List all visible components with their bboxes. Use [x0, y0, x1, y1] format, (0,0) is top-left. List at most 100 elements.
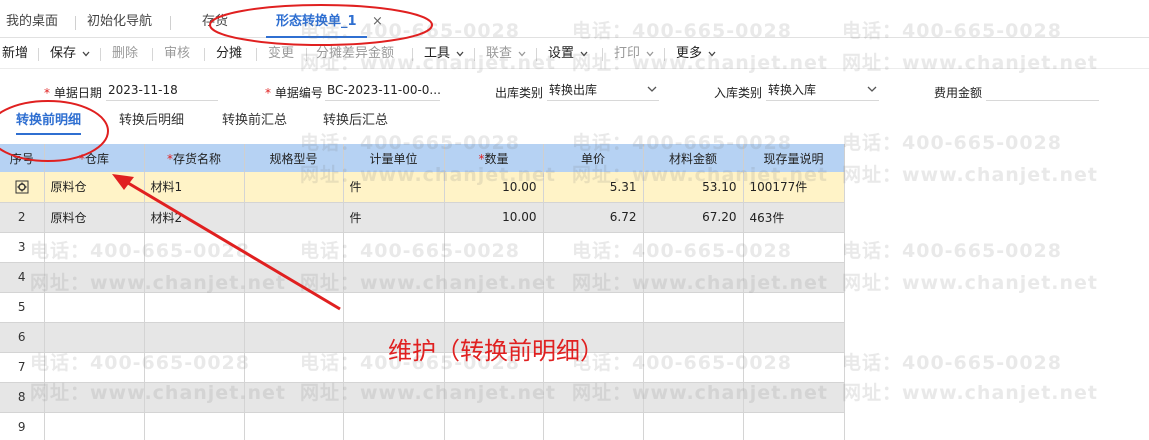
- gear-icon[interactable]: [15, 180, 29, 194]
- print-menu[interactable]: 打印: [614, 39, 654, 69]
- table-row[interactable]: 2 原料仓 材料2 件 10.00 6.72 67.20 463件: [0, 202, 845, 233]
- cell-amount[interactable]: [643, 262, 744, 293]
- col-header-qty[interactable]: *数量: [444, 144, 544, 172]
- cell-spec[interactable]: [244, 322, 344, 353]
- col-header-unit[interactable]: 计量单位: [343, 144, 445, 172]
- cell-amount[interactable]: [643, 292, 744, 323]
- tab-init-guide[interactable]: 初始化导航: [87, 8, 152, 38]
- cell-warehouse[interactable]: 原料仓: [44, 172, 145, 203]
- date-field[interactable]: 2023-11-18: [106, 79, 218, 101]
- table-row[interactable]: 4: [0, 262, 845, 293]
- audit-button[interactable]: 审核: [164, 39, 190, 69]
- col-header-price[interactable]: 单价: [543, 144, 644, 172]
- cell-amount[interactable]: 67.20: [643, 202, 744, 233]
- subtab-after-detail[interactable]: 转换后明细: [119, 111, 184, 135]
- cell-price[interactable]: [543, 412, 644, 440]
- subtab-before-detail[interactable]: 转换前明细: [16, 111, 82, 135]
- allocate-button[interactable]: 分摊: [216, 39, 242, 69]
- cell-unit[interactable]: [343, 412, 445, 440]
- cell-stock[interactable]: [743, 292, 845, 323]
- new-button[interactable]: 新增: [2, 39, 28, 69]
- cell-stock[interactable]: [743, 232, 845, 263]
- tools-menu[interactable]: 工具: [424, 39, 464, 69]
- cell-warehouse[interactable]: [44, 292, 145, 323]
- linked-query-menu[interactable]: 联查: [486, 39, 526, 69]
- fee-field[interactable]: [986, 79, 1099, 101]
- allocate-diff-button[interactable]: 分摊差异金额: [316, 39, 394, 69]
- cell-qty[interactable]: [444, 292, 544, 323]
- subtab-before-summary[interactable]: 转换前汇总: [222, 111, 287, 135]
- cell-amount[interactable]: [643, 412, 744, 440]
- cell-unit[interactable]: 件: [343, 202, 445, 233]
- col-header-spec[interactable]: 规格型号: [244, 144, 344, 172]
- cell-stock[interactable]: [743, 352, 845, 383]
- cell-price[interactable]: [543, 382, 644, 413]
- in-type-select[interactable]: 转换入库: [766, 79, 879, 101]
- more-menu[interactable]: 更多: [676, 39, 716, 69]
- settings-menu[interactable]: 设置: [548, 39, 588, 69]
- cell-spec[interactable]: [244, 292, 344, 323]
- cell-warehouse[interactable]: [44, 382, 145, 413]
- cell-qty[interactable]: 10.00: [444, 172, 544, 203]
- cell-price[interactable]: 6.72: [543, 202, 644, 233]
- cell-price[interactable]: 5.31: [543, 172, 644, 203]
- cell-warehouse[interactable]: 原料仓: [44, 202, 145, 233]
- cell-spec[interactable]: [244, 232, 344, 263]
- cell-unit[interactable]: [343, 292, 445, 323]
- cell-spec[interactable]: [244, 382, 344, 413]
- cell-amount[interactable]: [643, 382, 744, 413]
- cell-qty[interactable]: [444, 262, 544, 293]
- cell-warehouse[interactable]: [44, 412, 145, 440]
- cell-spec[interactable]: [244, 262, 344, 293]
- cell-qty[interactable]: [444, 412, 544, 440]
- col-header-amount[interactable]: 材料金额: [643, 144, 744, 172]
- cell-price[interactable]: [543, 262, 644, 293]
- cell-spec[interactable]: [244, 202, 344, 233]
- cell-amount[interactable]: [643, 352, 744, 383]
- cell-stock[interactable]: 100177件: [743, 172, 845, 203]
- tab-my-desktop[interactable]: 我的桌面: [6, 8, 58, 38]
- save-button[interactable]: 保存: [50, 39, 90, 69]
- cell-item[interactable]: [144, 292, 245, 323]
- cell-stock[interactable]: [743, 382, 845, 413]
- table-row[interactable]: 9: [0, 412, 845, 440]
- cell-spec[interactable]: [244, 352, 344, 383]
- cell-item[interactable]: [144, 322, 245, 353]
- col-header-seq[interactable]: 序号: [0, 144, 45, 172]
- close-icon[interactable]: ×: [372, 8, 383, 36]
- cell-warehouse[interactable]: [44, 322, 145, 353]
- cell-warehouse[interactable]: [44, 262, 145, 293]
- tab-form-conversion[interactable]: 形态转换单_1: [266, 8, 367, 38]
- cell-stock[interactable]: [743, 262, 845, 293]
- out-type-select[interactable]: 转换出库: [547, 79, 659, 101]
- cell-stock[interactable]: 463件: [743, 202, 845, 233]
- cell-item[interactable]: [144, 382, 245, 413]
- col-header-stock[interactable]: 现存量说明: [743, 144, 845, 172]
- cell-warehouse[interactable]: [44, 232, 145, 263]
- cell-qty[interactable]: [444, 382, 544, 413]
- col-header-item[interactable]: *存货名称: [144, 144, 245, 172]
- cell-price[interactable]: [543, 292, 644, 323]
- cell-unit[interactable]: [343, 232, 445, 263]
- cell-item[interactable]: [144, 262, 245, 293]
- subtab-after-summary[interactable]: 转换后汇总: [323, 111, 388, 135]
- table-row[interactable]: 5: [0, 292, 845, 323]
- cell-qty[interactable]: 10.00: [444, 202, 544, 233]
- cell-spec[interactable]: [244, 412, 344, 440]
- cell-unit[interactable]: 件: [343, 172, 445, 203]
- table-row[interactable]: 3: [0, 232, 845, 263]
- cell-qty[interactable]: [444, 232, 544, 263]
- cell-item[interactable]: [144, 232, 245, 263]
- cell-item[interactable]: 材料1: [144, 172, 245, 203]
- col-header-warehouse[interactable]: *仓库: [44, 144, 145, 172]
- cell-warehouse[interactable]: [44, 352, 145, 383]
- cell-item[interactable]: [144, 352, 245, 383]
- delete-button[interactable]: 删除: [112, 39, 138, 69]
- cell-unit[interactable]: [343, 382, 445, 413]
- cell-amount[interactable]: [643, 322, 744, 353]
- cell-amount[interactable]: [643, 232, 744, 263]
- cell-stock[interactable]: [743, 322, 845, 353]
- cell-spec[interactable]: [244, 172, 344, 203]
- change-button[interactable]: 变更: [268, 39, 294, 69]
- table-row[interactable]: 8: [0, 382, 845, 413]
